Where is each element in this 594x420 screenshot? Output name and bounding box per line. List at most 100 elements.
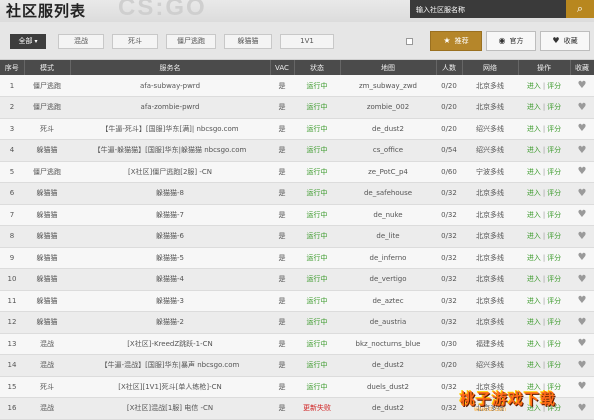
- favorite-heart-icon[interactable]: ♥: [570, 139, 594, 162]
- watermark-url: www.tz.com: [474, 407, 507, 413]
- table-header: 序号 模式 服务名 VAC 状态 地图 人数 网络 操作 收藏: [0, 60, 594, 75]
- favorite-heart-icon[interactable]: ♥: [570, 333, 594, 355]
- cell-network: 北京多线: [462, 204, 518, 226]
- favorite-heart-icon[interactable]: ♥: [570, 247, 594, 269]
- rate-link[interactable]: 评分: [547, 82, 561, 90]
- cell-server-name: afa-subway-pwrd: [70, 75, 270, 97]
- cell-network: 北京多线: [462, 268, 518, 291]
- cell-vac: 是: [270, 225, 294, 248]
- rate-link[interactable]: 评分: [547, 189, 561, 197]
- filter-1v1[interactable]: 1V1: [280, 34, 334, 49]
- join-link[interactable]: 进入: [527, 318, 541, 326]
- rate-link[interactable]: 评分: [547, 254, 561, 262]
- cell-map: de_aztec: [340, 290, 436, 312]
- cell-index: 11: [0, 290, 24, 312]
- favorite-heart-icon[interactable]: ♥: [570, 268, 594, 291]
- chevron-down-icon: ▾: [34, 38, 38, 45]
- col-name: 服务名: [70, 60, 271, 75]
- filter-label: 死斗: [128, 37, 142, 45]
- join-link[interactable]: 进入: [527, 361, 541, 369]
- rate-link[interactable]: 评分: [547, 146, 561, 154]
- cell-vac: 是: [270, 290, 294, 312]
- cell-mode: 混战: [24, 333, 70, 355]
- cell-index: 8: [0, 225, 24, 248]
- favorite-heart-icon[interactable]: ♥: [570, 75, 594, 97]
- join-link[interactable]: 进入: [527, 189, 541, 197]
- favorite-heart-icon[interactable]: ♥: [570, 311, 594, 334]
- join-link[interactable]: 进入: [527, 232, 541, 240]
- rate-link[interactable]: 评分: [547, 103, 561, 111]
- filter-deathmatch[interactable]: 死斗: [112, 34, 158, 49]
- rate-link[interactable]: 评分: [547, 297, 561, 305]
- favorite-heart-icon[interactable]: ♥: [570, 118, 594, 140]
- cell-map: de_dust2: [340, 354, 436, 377]
- join-link[interactable]: 进入: [527, 146, 541, 154]
- search-input[interactable]: 输入社区服名称: [410, 0, 566, 18]
- rate-link[interactable]: 评分: [547, 211, 561, 219]
- filter-bar: 全部 ▾ 混战 死斗 僵尸逃跑 躲猫猫 1V1 ★ 推荐 ◉ 官方 ♥ 收藏: [0, 22, 594, 60]
- cell-mode: 躲猫猫: [24, 182, 70, 205]
- star-icon: ★: [443, 36, 451, 45]
- join-link[interactable]: 进入: [527, 254, 541, 262]
- favorite-heart-icon[interactable]: ♥: [570, 161, 594, 183]
- favorite-heart-icon[interactable]: ♥: [570, 204, 594, 226]
- cell-status: 运行中: [294, 268, 340, 291]
- favorite-heart-icon[interactable]: ♥: [570, 225, 594, 248]
- join-link[interactable]: 进入: [527, 297, 541, 305]
- cell-index: 1: [0, 75, 24, 97]
- rate-link[interactable]: 评分: [547, 318, 561, 326]
- cell-players: 0/20: [436, 75, 462, 97]
- table-row: 13 混战 [X社区]-KreedZ跳跃-1-CN 是运行中 bkz_nocturns_…: [0, 333, 594, 355]
- table-row: 7 躲猫猫 躲猫猫-7 是运行中 de_nuke 0/32 北京多线 进入 | 评分 ♥: [0, 204, 594, 226]
- join-link[interactable]: 进入: [527, 82, 541, 90]
- join-link[interactable]: 进入: [527, 275, 541, 283]
- favorite-heart-icon[interactable]: ♥: [570, 182, 594, 205]
- rate-link[interactable]: 评分: [547, 168, 561, 176]
- filter-hide-seek[interactable]: 躲猫猫: [224, 34, 272, 49]
- rate-link[interactable]: 评分: [547, 361, 561, 369]
- cell-status: 运行中: [294, 96, 340, 119]
- filter-label: 僵尸逃跑: [177, 37, 205, 45]
- separator: |: [542, 124, 546, 133]
- favorite-heart-icon[interactable]: ♥: [570, 290, 594, 312]
- rate-link[interactable]: 评分: [547, 340, 561, 348]
- cell-network: 北京多线: [462, 311, 518, 334]
- cell-map: de_dust2: [340, 118, 436, 140]
- separator: |: [542, 361, 546, 370]
- rate-link[interactable]: 评分: [547, 275, 561, 283]
- favorite-heart-icon[interactable]: ♥: [570, 96, 594, 119]
- cell-index: 7: [0, 204, 24, 226]
- filter-label: 躲猫猫: [237, 37, 259, 45]
- join-link[interactable]: 进入: [527, 340, 541, 348]
- cell-status: 更新失败: [294, 397, 340, 420]
- favorite-heart-icon[interactable]: ♥: [570, 354, 594, 377]
- filter-zombie[interactable]: 僵尸逃跑: [166, 34, 216, 49]
- cell-players: 0/20: [436, 354, 462, 377]
- filter-melee[interactable]: 混战: [58, 34, 104, 49]
- cell-mode: 僵尸逃跑: [24, 96, 70, 119]
- col-status: 状态: [294, 60, 341, 75]
- join-link[interactable]: 进入: [527, 168, 541, 176]
- cell-index: 3: [0, 118, 24, 140]
- cell-index: 16: [0, 397, 24, 420]
- join-link[interactable]: 进入: [527, 103, 541, 111]
- search-button[interactable]: ⌕: [566, 0, 594, 18]
- cell-server-name: 躲猫猫-7: [70, 204, 270, 226]
- official-button[interactable]: ◉ 官方: [486, 31, 536, 51]
- join-link[interactable]: 进入: [527, 211, 541, 219]
- filter-all[interactable]: 全部 ▾: [10, 34, 46, 49]
- cell-vac: 是: [270, 75, 294, 97]
- cell-network: 绍兴多线: [462, 354, 518, 377]
- watermark-text: 桃子游戏下载: [460, 390, 557, 408]
- cell-status: 运行中: [294, 204, 340, 226]
- rate-link[interactable]: 评分: [547, 125, 561, 133]
- rate-link[interactable]: 评分: [547, 232, 561, 240]
- recommend-button[interactable]: ★ 推荐: [430, 31, 482, 51]
- cell-actions: 进入 | 评分: [518, 118, 570, 140]
- favorites-button[interactable]: ♥ 收藏: [540, 31, 590, 51]
- join-link[interactable]: 进入: [527, 125, 541, 133]
- cell-map: de_vertigo: [340, 268, 436, 291]
- filter-checkbox[interactable]: [406, 38, 413, 45]
- table-row: 9 躲猫猫 躲猫猫-5 是运行中 de_inferno 0/32 北京多线 进入 | 评分 ♥: [0, 247, 594, 269]
- cell-vac: 是: [270, 311, 294, 334]
